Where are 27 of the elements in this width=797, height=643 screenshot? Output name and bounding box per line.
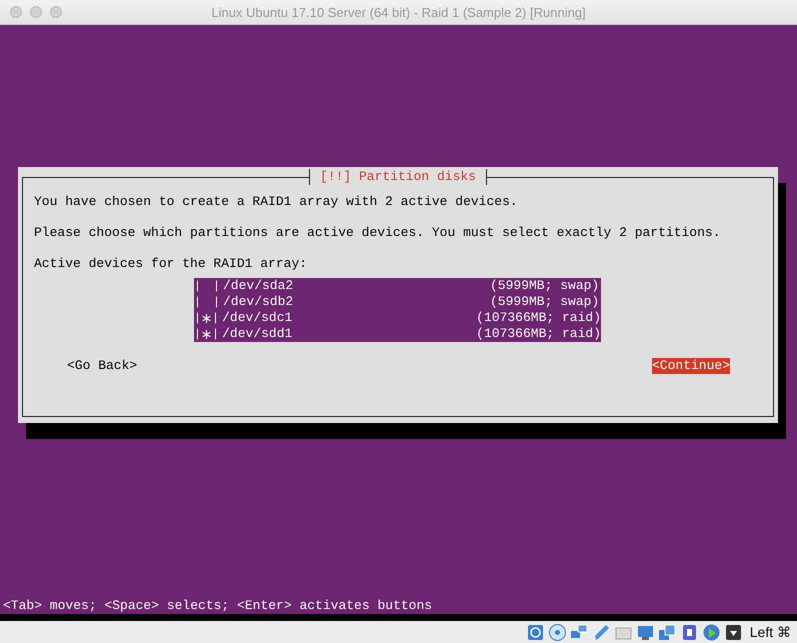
dialog-title: [!!] Partition disks xyxy=(308,169,488,185)
windows-icon[interactable] xyxy=(658,622,677,642)
optical-disc-icon[interactable] xyxy=(548,622,567,642)
help-line: <Tab> moves; <Space> selects; <Enter> activates buttons xyxy=(2,598,434,614)
asterisk-icon xyxy=(202,330,212,338)
device-info: (107366MB; raid) xyxy=(476,310,601,326)
checkbox[interactable] xyxy=(197,296,217,308)
device-name: /dev/sdb2 xyxy=(223,294,294,310)
device-name: /dev/sda2 xyxy=(223,278,294,294)
download-icon[interactable] xyxy=(724,622,743,642)
continue-button[interactable]: <Continue> xyxy=(652,358,730,374)
device-info: (5999MB; swap) xyxy=(490,278,600,294)
device-info: (5999MB; swap) xyxy=(490,294,600,310)
list-label: Active devices for the RAID1 array: xyxy=(34,256,308,272)
dialog-text: You have chosen to create a RAID1 array with 2 active devices. xyxy=(34,194,519,210)
device-list[interactable]: /dev/sda2 (5999MB; swap) /dev/sdb2 (5999MB; swap) /dev/sdc1 (107366MB; raid) /dev/sdd1 (107366MB; raid) xyxy=(194,278,601,342)
device-name: /dev/sdc1 xyxy=(222,310,294,326)
checkbox[interactable] xyxy=(197,312,216,324)
device-info: (107366MB; raid) xyxy=(476,326,601,342)
window-title: Linux Ubuntu 17.10 Server (64 bit) - Raid 1 (Sample 2) [Running] xyxy=(211,4,586,20)
checkbox[interactable] xyxy=(197,328,216,340)
back-button[interactable]: <Go Back> xyxy=(67,358,138,374)
checkbox[interactable] xyxy=(197,280,217,292)
host-key-label: Left ⌘ xyxy=(750,624,791,640)
asterisk-icon xyxy=(202,314,212,322)
device-name: /dev/sdd1 xyxy=(222,326,294,342)
dialog-text: Please choose which partitions are active devices. You must select exactly 2 partitions. xyxy=(34,225,722,241)
